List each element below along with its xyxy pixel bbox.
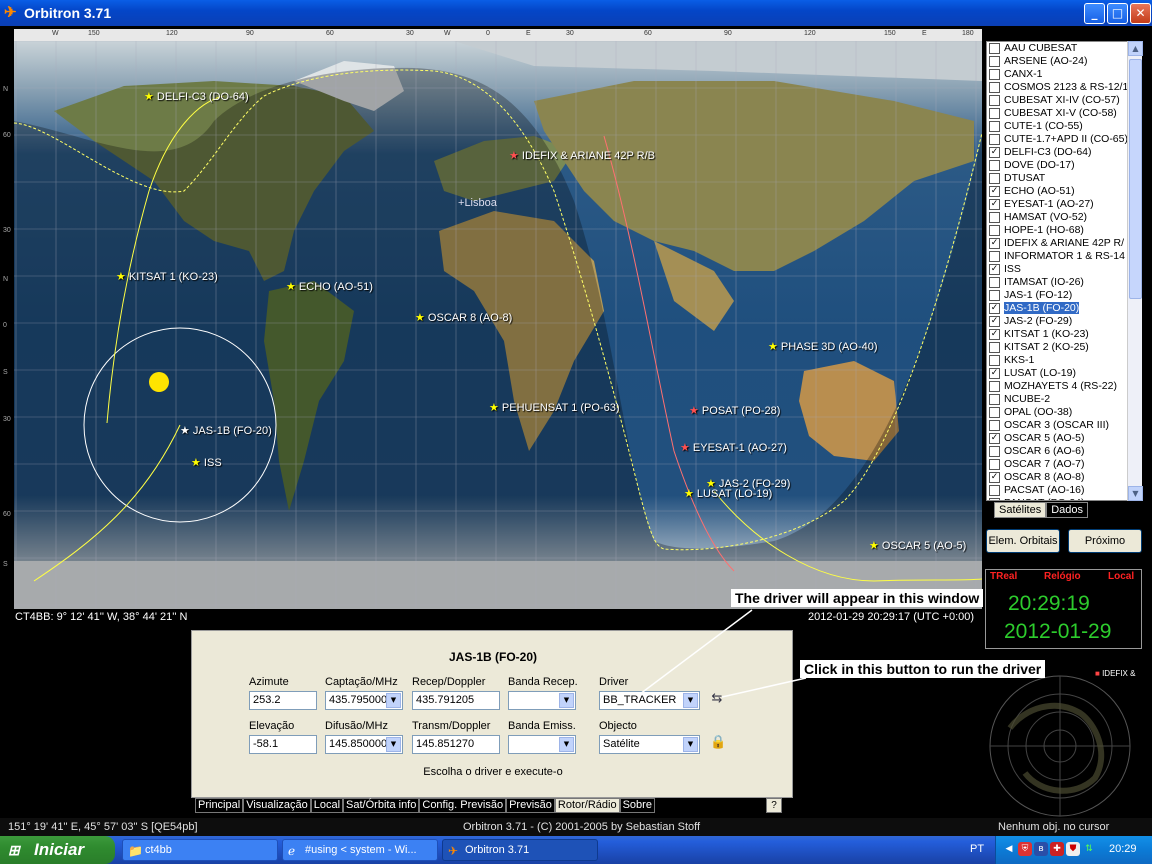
- callout-run-button: Click in this button to run the driver: [800, 660, 1046, 678]
- folder-icon: 📁: [128, 844, 143, 858]
- status-bar: 151° 19' 41'' E, 45° 57' 03'' S [QE54pb]…: [0, 818, 1152, 836]
- firewall-icon[interactable]: ⛊: [1066, 842, 1080, 856]
- windows-logo-icon: ⊞: [8, 842, 20, 858]
- internet-explorer-icon: ℯ: [288, 844, 296, 858]
- network-icon[interactable]: ⇅: [1082, 842, 1096, 856]
- taskbar-item-orbitron[interactable]: ✈ Orbitron 3.71: [442, 839, 598, 861]
- system-tray: ◀ ⛨ ʙ ✚ ⛊ ⇅ 20:29: [995, 836, 1152, 864]
- bluetooth-icon[interactable]: ʙ: [1034, 842, 1048, 856]
- start-button[interactable]: ⊞ Iniciar: [0, 836, 115, 864]
- taskbar-item-ct4bb[interactable]: 📁 ct4bb: [122, 839, 278, 861]
- callout-lines: [639, 609, 807, 698]
- orbitron-icon: ✈: [448, 844, 459, 858]
- taskbar-item-ie[interactable]: ℯ #using < system - Wi...: [282, 839, 438, 861]
- language-indicator[interactable]: PT: [970, 843, 984, 855]
- taskbar: ⊞ Iniciar 📁 ct4bb ℯ #using < system - Wi..…: [0, 836, 1152, 864]
- security-shield-icon[interactable]: ⛨: [1018, 842, 1032, 856]
- status-copyright: Orbitron 3.71 - (C) 2001-2005 by Sebasti…: [463, 821, 701, 833]
- tray-arrow-icon[interactable]: ◀: [1002, 842, 1016, 856]
- callout-driver-window: The driver will appear in this window: [731, 589, 984, 607]
- orbitron-window: ✈ Orbitron 3.71 _ □ ✕ W 150 120 90 60 30 W 0 E 30…: [0, 0, 1152, 836]
- taskbar-clock: 20:29: [1109, 843, 1137, 855]
- status-object: Nenhum obj. no cursor: [998, 821, 1110, 833]
- status-cursor-coords: 151° 19' 41'' E, 45° 57' 03'' S [QE54pb]: [8, 821, 198, 833]
- antivirus-icon[interactable]: ✚: [1050, 842, 1064, 856]
